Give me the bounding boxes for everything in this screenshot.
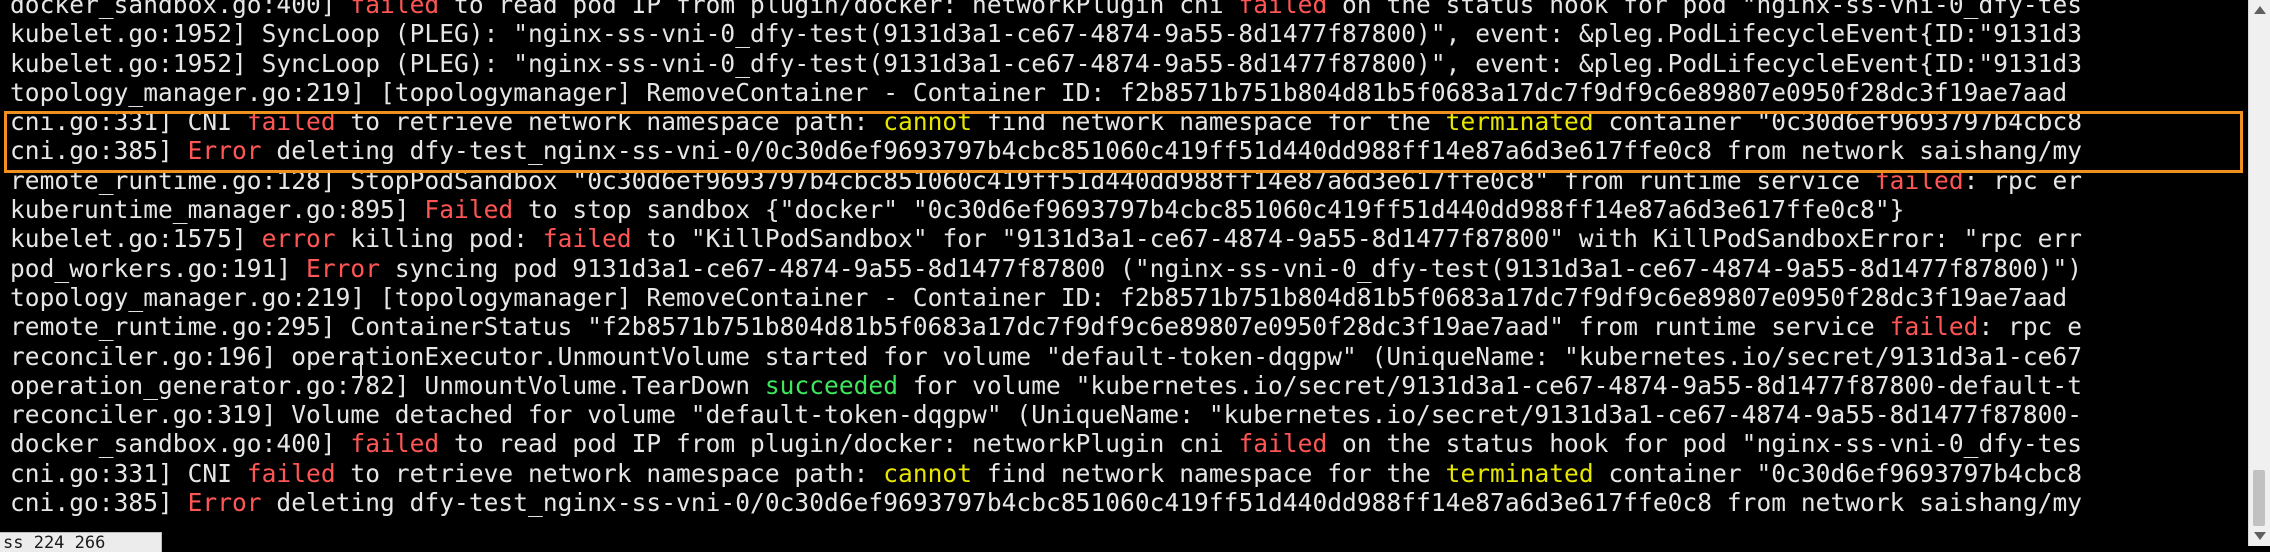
log-text: reconciler.go:319] Volume detached for v… bbox=[10, 400, 2083, 430]
scroll-down-icon[interactable] bbox=[2254, 532, 2266, 540]
log-text: reconciler.go:196] operationExecutor.Unm… bbox=[10, 341, 2083, 371]
log-keyword-red: failed bbox=[350, 0, 440, 19]
log-line: remote_runtime.go:295] ContainerStatus "… bbox=[10, 312, 2082, 341]
log-line: pod_workers.go:191] Error syncing pod 91… bbox=[10, 254, 2082, 283]
log-text: killing pod: bbox=[335, 224, 543, 254]
log-text: to stop sandbox {"docker" "0c30d6ef96937… bbox=[513, 195, 1905, 225]
log-text: to "KillPodSandbox" for "9131d3a1-ce67-4… bbox=[631, 224, 2083, 254]
log-line: remote_runtime.go:128] StopPodSandbox "0… bbox=[10, 166, 2082, 195]
log-keyword-red: Error bbox=[187, 136, 262, 166]
scroll-up-icon[interactable] bbox=[2254, 6, 2266, 14]
log-text: kuberuntime_manager.go:895] bbox=[10, 195, 425, 225]
log-line: docker_sandbox.go:400] failed to read po… bbox=[10, 429, 2082, 458]
log-keyword-red: error bbox=[261, 224, 336, 254]
log-text: cni.go:331] CNI bbox=[10, 458, 247, 488]
log-keyword-red: failed bbox=[1238, 0, 1328, 19]
log-text: find network namespace for the bbox=[972, 107, 1446, 137]
log-keyword-red: Error bbox=[187, 488, 262, 518]
log-line: kubelet.go:1952] SyncLoop (PLEG): "nginx… bbox=[10, 49, 2082, 78]
log-text: cni.go:385] bbox=[10, 488, 188, 518]
log-line: reconciler.go:319] Volume detached for v… bbox=[10, 400, 2082, 429]
log-text: : rpc er bbox=[1963, 165, 2083, 195]
log-keyword-red: failed bbox=[1874, 165, 1964, 195]
log-text: syncing pod 9131d3a1-ce67-4874-9a55-8d14… bbox=[380, 253, 2083, 283]
log-keyword-red: failed bbox=[1238, 429, 1328, 459]
log-text: find network namespace for the bbox=[972, 458, 1446, 488]
text-cursor-icon bbox=[360, 353, 362, 379]
log-keyword-red: failed bbox=[246, 458, 336, 488]
log-line: kubelet.go:1575] error killing pod: fail… bbox=[10, 224, 2082, 253]
log-keyword-red: Failed bbox=[424, 195, 514, 225]
log-text: docker_sandbox.go:400] bbox=[10, 0, 351, 19]
log-line: operation_generator.go:782] UnmountVolum… bbox=[10, 371, 2082, 400]
log-text: remote_runtime.go:128] StopPodSandbox "0… bbox=[10, 165, 1875, 195]
log-line: cni.go:331] CNI failed to retrieve netwo… bbox=[10, 107, 2082, 136]
log-line: reconciler.go:196] operationExecutor.Unm… bbox=[10, 342, 2082, 371]
log-text: for volume "kubernetes.io/secret/9131d3a… bbox=[898, 370, 2083, 400]
log-keyword-yellow: cannot bbox=[883, 458, 973, 488]
log-line: topology_manager.go:219] [topologymanage… bbox=[10, 78, 2082, 107]
scroll-thumb[interactable] bbox=[2253, 470, 2265, 526]
log-text: cni.go:331] CNI bbox=[10, 107, 247, 137]
terminal-output[interactable]: docker_sandbox.go:400] failed to read po… bbox=[0, 0, 2248, 546]
log-text: docker_sandbox.go:400] bbox=[10, 429, 351, 459]
log-text: cni.go:385] bbox=[10, 136, 188, 166]
log-line: cni.go:331] CNI failed to retrieve netwo… bbox=[10, 459, 2082, 488]
log-text: : rpc e bbox=[1978, 312, 2083, 342]
log-text-area: docker_sandbox.go:400] failed to read po… bbox=[10, 0, 2082, 517]
log-keyword-green: succeeded bbox=[764, 370, 899, 400]
log-text: kubelet.go:1575] bbox=[10, 224, 262, 254]
log-text: remote_runtime.go:295] ContainerStatus "… bbox=[10, 312, 1890, 342]
log-keyword-red: failed bbox=[1889, 312, 1979, 342]
log-text: on the status hook for pod "nginx-ss-vni… bbox=[1327, 0, 2083, 19]
log-line: docker_sandbox.go:400] failed to read po… bbox=[10, 0, 2082, 19]
log-text: on the status hook for pod "nginx-ss-vni… bbox=[1327, 429, 2083, 459]
log-text: topology_manager.go:219] [topologymanage… bbox=[10, 282, 2068, 312]
log-keyword-red: failed bbox=[350, 429, 440, 459]
log-text: to retrieve network namespace path: bbox=[335, 458, 884, 488]
log-text: to read pod IP from plugin/docker: netwo… bbox=[439, 429, 1239, 459]
log-keyword-yellow: terminated bbox=[1445, 107, 1594, 137]
log-line: topology_manager.go:219] [topologymanage… bbox=[10, 283, 2082, 312]
log-text: pod_workers.go:191] bbox=[10, 253, 307, 283]
log-keyword-red: failed bbox=[542, 224, 632, 254]
log-text: to retrieve network namespace path: bbox=[335, 107, 884, 137]
log-text: to read pod IP from plugin/docker: netwo… bbox=[439, 0, 1239, 19]
log-keyword-yellow: cannot bbox=[883, 107, 973, 137]
status-indicator: ss 224 266 bbox=[0, 532, 162, 552]
log-line: kubelet.go:1952] SyncLoop (PLEG): "nginx… bbox=[10, 19, 2082, 48]
log-line: kuberuntime_manager.go:895] Failed to st… bbox=[10, 195, 2082, 224]
log-text: kubelet.go:1952] SyncLoop (PLEG): "nginx… bbox=[10, 19, 2083, 49]
log-text: topology_manager.go:219] [topologymanage… bbox=[10, 77, 2068, 107]
log-text: deleting dfy-test_nginx-ss-vni-0/0c30d6e… bbox=[261, 136, 2083, 166]
log-text: container "0c30d6ef9693797b4cbc8 bbox=[1593, 107, 2083, 137]
log-text: kubelet.go:1952] SyncLoop (PLEG): "nginx… bbox=[10, 48, 2083, 78]
log-line: cni.go:385] Error deleting dfy-test_ngin… bbox=[10, 136, 2082, 165]
log-text: deleting dfy-test_nginx-ss-vni-0/0c30d6e… bbox=[261, 488, 2083, 518]
log-keyword-red: failed bbox=[246, 107, 336, 137]
log-text: operation_generator.go:782] UnmountVolum… bbox=[10, 370, 765, 400]
log-keyword-yellow: terminated bbox=[1445, 458, 1594, 488]
log-line: cni.go:385] Error deleting dfy-test_ngin… bbox=[10, 488, 2082, 517]
vertical-scrollbar[interactable] bbox=[2248, 0, 2270, 546]
log-text: container "0c30d6ef9693797b4cbc8 bbox=[1593, 458, 2083, 488]
log-keyword-red: Error bbox=[306, 253, 381, 283]
